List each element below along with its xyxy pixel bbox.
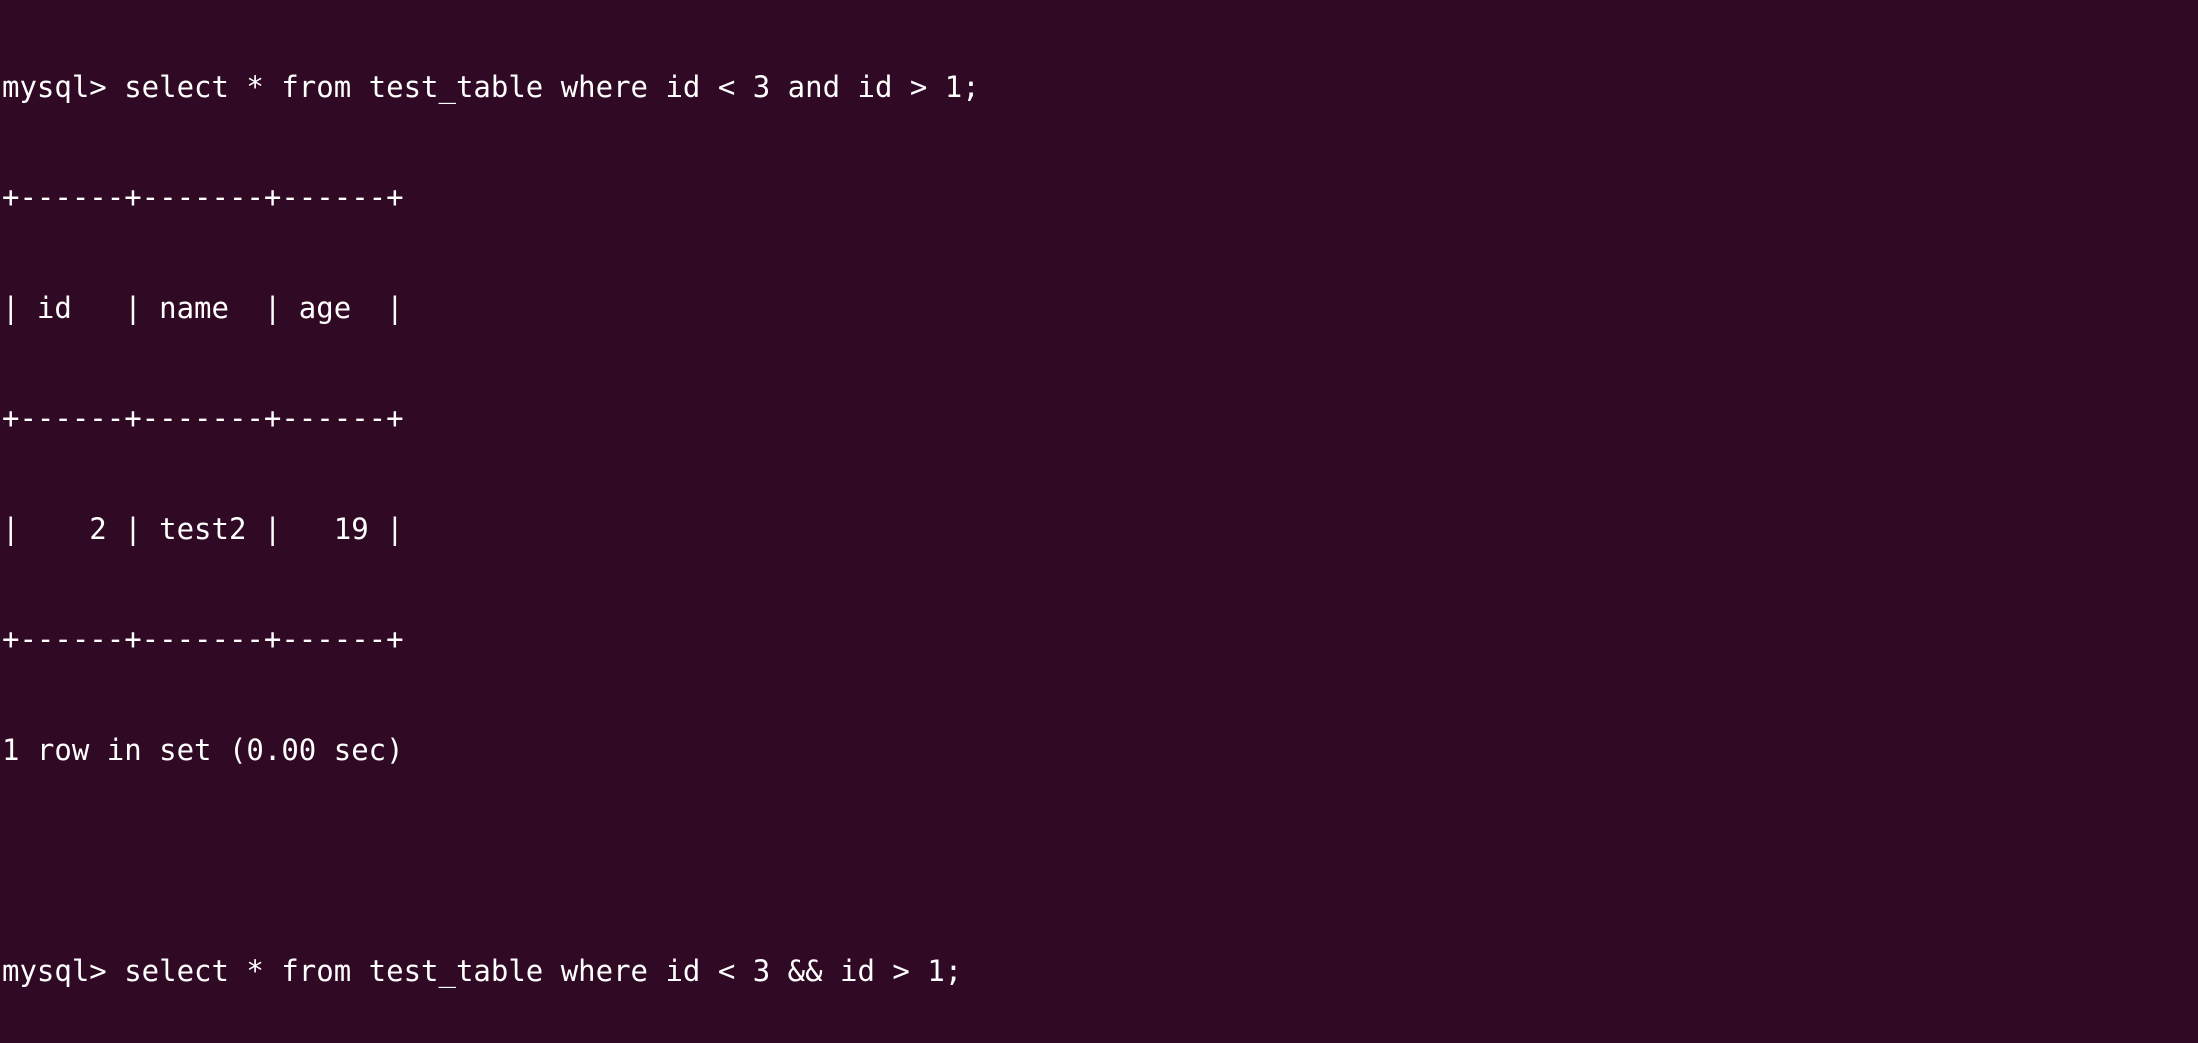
terminal-line: 1 row in set (0.00 sec) xyxy=(2,732,404,767)
terminal-line: mysql> select * from test_table where id… xyxy=(2,69,980,104)
terminal-line: +------+-------+------+ xyxy=(2,401,404,436)
terminal-line: +------+-------+------+ xyxy=(2,180,404,215)
terminal-screen[interactable]: mysql> select * from test_table where id… xyxy=(0,0,2198,1043)
terminal-line: +------+-------+------+ xyxy=(2,622,404,657)
terminal-line: mysql> select * from test_table where id… xyxy=(2,953,963,988)
terminal-window[interactable]: mysql> select * from test_table where id… xyxy=(0,0,2198,1043)
terminal-line: | 2 | test2 | 19 | xyxy=(2,511,404,546)
terminal-line: | id | name | age | xyxy=(2,290,404,325)
